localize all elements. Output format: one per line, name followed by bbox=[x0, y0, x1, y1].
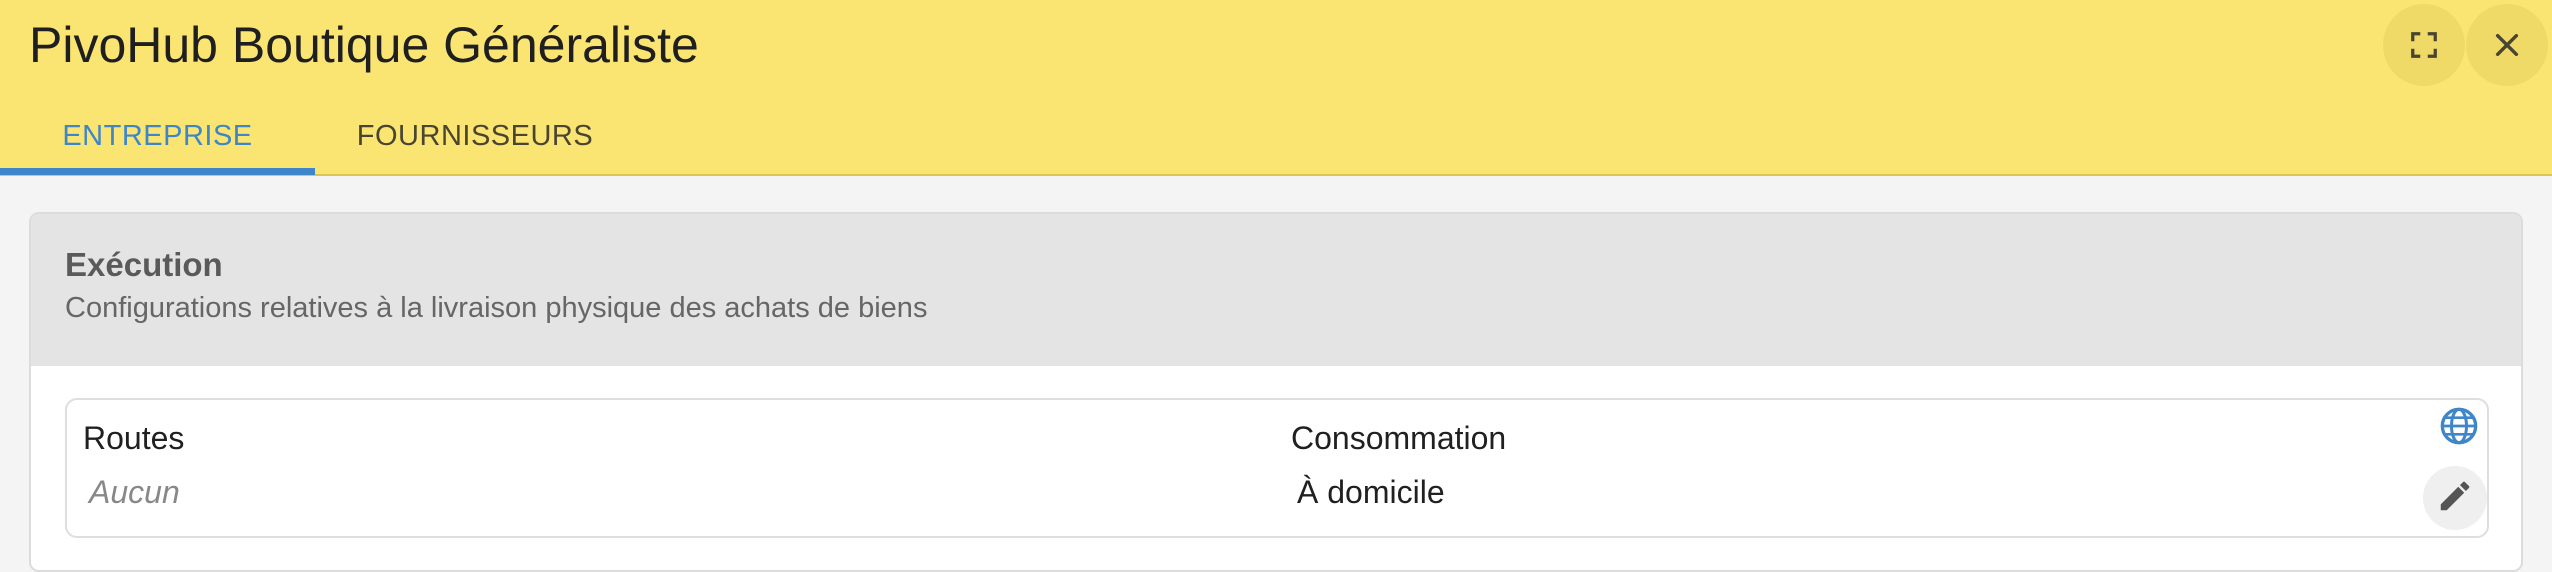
routes-value: Aucun bbox=[89, 474, 180, 510]
dialog-header: PivoHub Boutique Généraliste ENTREPRISE … bbox=[0, 0, 2552, 176]
routes-label: Routes bbox=[83, 420, 185, 456]
fullscreen-icon bbox=[2409, 30, 2439, 60]
pencil-icon bbox=[2436, 477, 2474, 520]
fullscreen-button[interactable] bbox=[2383, 4, 2465, 86]
section-header: Exécution Configurations relatives à la … bbox=[31, 214, 2521, 366]
section-description: Configurations relatives à la livraison … bbox=[65, 292, 928, 324]
settings-row: Routes Aucun Consommation À domicile bbox=[65, 398, 2489, 538]
tab-fournisseurs[interactable]: FOURNISSEURS bbox=[315, 100, 635, 176]
consommation-value: À domicile bbox=[1297, 474, 1445, 510]
close-button[interactable] bbox=[2466, 4, 2548, 86]
execution-card: Exécution Configurations relatives à la … bbox=[29, 212, 2523, 572]
section-title: Exécution bbox=[65, 246, 223, 283]
edit-button[interactable] bbox=[2423, 466, 2487, 530]
close-icon bbox=[2491, 29, 2523, 61]
consommation-label: Consommation bbox=[1291, 420, 1507, 456]
globe-icon[interactable] bbox=[2439, 406, 2479, 446]
dialog-title: PivoHub Boutique Généraliste bbox=[29, 17, 699, 73]
active-tab-indicator bbox=[0, 168, 315, 175]
tab-entreprise[interactable]: ENTREPRISE bbox=[0, 100, 315, 176]
